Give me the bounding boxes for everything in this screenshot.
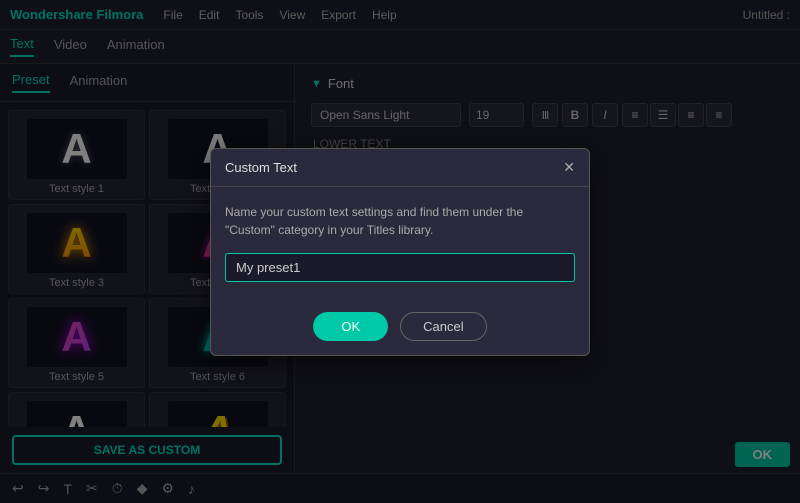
modal-header: Custom Text ✕ (211, 149, 589, 187)
preset-name-input[interactable] (225, 253, 575, 282)
modal-footer: OK Cancel (211, 298, 589, 355)
modal-close-button[interactable]: ✕ (563, 159, 575, 176)
modal-description: Name your custom text settings and find … (225, 203, 575, 239)
modal-body: Name your custom text settings and find … (211, 187, 589, 298)
custom-text-modal: Custom Text ✕ Name your custom text sett… (210, 148, 590, 356)
modal-ok-button[interactable]: OK (313, 312, 388, 341)
modal-title: Custom Text (225, 160, 297, 175)
modal-overlay: Custom Text ✕ Name your custom text sett… (0, 0, 800, 503)
modal-cancel-button[interactable]: Cancel (400, 312, 486, 341)
